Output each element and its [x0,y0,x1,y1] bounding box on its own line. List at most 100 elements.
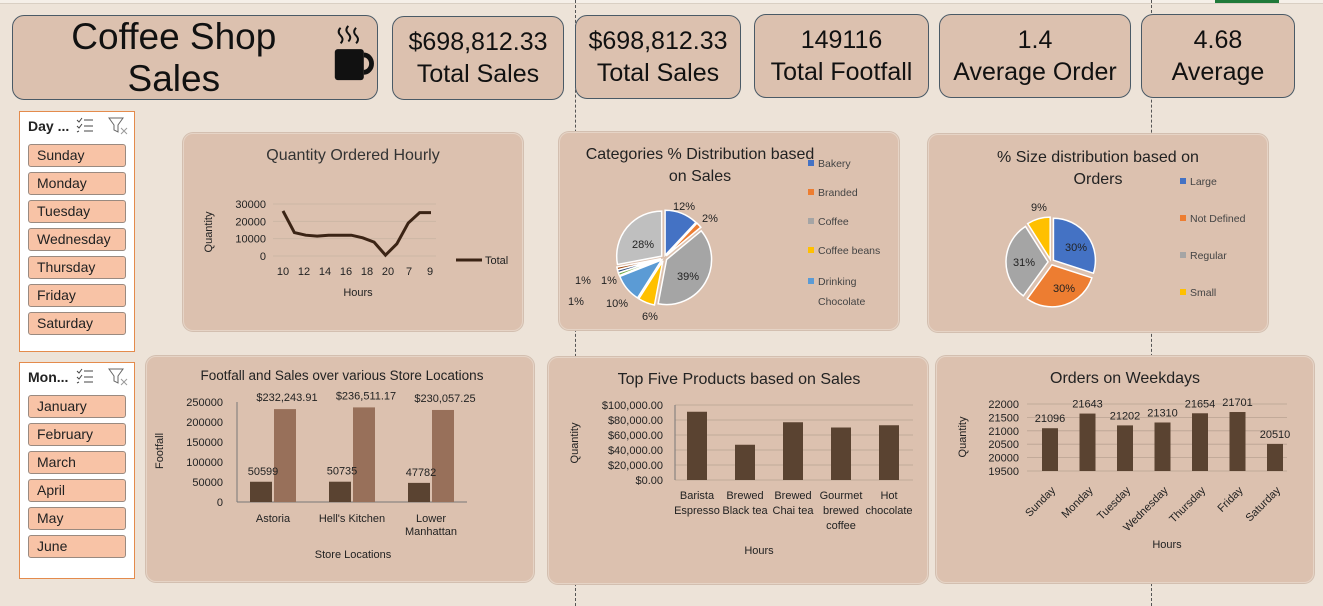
x-tick-label: Tuesday [1095,484,1133,522]
bar-data-label: 21643 [1072,399,1103,411]
y-tick-label: $0.00 [635,475,663,487]
x-tick-label: coffee [826,520,856,532]
y-axis-label: Footfall [154,433,166,469]
y-tick-label: 100000 [186,457,223,469]
x-tick-label: Chai tea [773,505,815,517]
clear-filter-icon[interactable] [108,368,128,386]
series-line-total [281,210,431,258]
kpi-label: Average [1171,58,1265,86]
x-tick-label: Friday [1216,484,1246,514]
x-axis-label: Hours [343,287,373,299]
pie-data-label: 6% [642,311,658,323]
pie-data-label: 28% [632,239,654,251]
slicer-item-friday[interactable]: Friday [28,284,126,307]
x-tick-label: 10 [277,266,289,278]
bar-product [687,411,707,480]
slicer-item-january[interactable]: January [28,395,126,418]
slicer-item-monday[interactable]: Monday [28,172,126,195]
kpi-card-average: 4.68 Average [1141,14,1295,98]
chart-title: Orders on Weekdays [1050,370,1200,387]
bar-weekday [1117,425,1133,471]
bar-data-label: 50735 [327,466,358,478]
slicer-item-saturday[interactable]: Saturday [28,312,126,335]
multi-select-icon[interactable] [76,117,94,133]
kpi-label: Total Footfall [770,58,913,86]
x-tick-label: 18 [361,266,373,278]
y-tick-label: 20500 [988,439,1019,451]
bar-footfall [408,482,430,502]
x-tick-label: Hot [880,490,897,502]
y-tick-label: $20,000.00 [608,460,663,472]
coffee-cup-icon [334,24,374,80]
slicer-item-june[interactable]: June [28,535,126,558]
pie-data-label: 9% [1031,202,1047,214]
kpi-card-total-sales-2: $698,812.33 Total Sales [575,15,741,99]
chart-panel-sizes[interactable]: % Size distribution based on Orders 30% 30%… [928,134,1268,332]
pie-data-label: 30% [1065,242,1087,254]
y-tick-label: 30000 [235,199,266,211]
x-tick-label: Astoria [256,513,291,525]
pie-data-label: 12% [673,201,695,213]
x-tick-label: Barista [680,490,715,502]
y-tick-label: 250000 [186,397,223,409]
pie-slice [615,210,663,266]
y-axis-label: Quantity [957,416,969,457]
kpi-label: Total Sales [596,59,720,87]
bar-data-label: 21701 [1222,397,1253,409]
bar-data-label: 21096 [1035,413,1066,425]
x-tick-label: Brewed [774,490,811,502]
pie-data-label: 2% [702,213,718,225]
legend-label: Drinking [818,276,857,288]
clear-filter-icon[interactable] [108,117,128,135]
slicer-item-april[interactable]: April [28,479,126,502]
multi-select-icon[interactable] [76,368,94,384]
x-tick-label: Thursday [1167,484,1208,525]
y-tick-label: 19500 [988,466,1019,478]
x-tick-label: Espresso [674,505,720,517]
kpi-card-total-sales: $698,812.33 Total Sales [392,16,564,100]
y-tick-label: 22000 [988,399,1019,411]
slicer-item-march[interactable]: March [28,451,126,474]
chart-title-line2: on Sales [669,168,731,185]
slicer-item-sunday[interactable]: Sunday [28,144,126,167]
bar-product [783,422,803,480]
chart-panel-locations[interactable]: Footfall and Sales over various Store Lo… [146,356,534,582]
slicer-item-wednesday[interactable]: Wednesday [28,228,126,251]
chart-title: Top Five Products based on Sales [618,371,861,388]
selected-cell-marker[interactable] [1215,0,1279,3]
x-tick-label: 9 [427,266,433,278]
x-tick-label: 12 [298,266,310,278]
kpi-card-average-order: 1.4 Average Order [939,14,1131,98]
slicer-item-tuesday[interactable]: Tuesday [28,200,126,223]
legend-swatch [808,247,814,253]
x-tick-label: Monday [1059,484,1096,521]
x-tick-label: Black tea [722,505,768,517]
bar-footfall [250,481,272,502]
slicer-item-may[interactable]: May [28,507,126,530]
x-tick-label: Brewed [726,490,763,502]
y-tick-label: 150000 [186,437,223,449]
bar-weekday [1154,422,1171,471]
slicer-item-february[interactable]: February [28,423,126,446]
x-axis-label: Hours [1152,539,1182,551]
legend-label: Regular [1190,250,1227,262]
legend-swatch [1180,178,1186,184]
legend-swatch [808,160,814,166]
chart-panel-weekdays[interactable]: Orders on Weekdays 22000 21500 21000 20500 20… [936,356,1314,583]
y-tick-label: 20000 [988,453,1019,465]
y-tick-label: $80,000.00 [608,415,663,427]
bar-data-label: 50599 [248,466,279,478]
chart-panel-products[interactable]: Top Five Products based on Sales $100,000… [548,357,928,584]
bar-data-label: $230,057.25 [414,393,475,405]
legend-label: Coffee beans [818,245,880,257]
bar-sales [432,409,454,502]
slicer-item-thursday[interactable]: Thursday [28,256,126,279]
bar-sales [274,409,296,502]
x-tick-label: Saturday [1244,484,1284,524]
bar-data-label: $232,243.91 [256,392,317,404]
weekdays-bar-chart: Orders on Weekdays 2200021500 2100020500 20… [957,370,1290,551]
chart-panel-categories[interactable]: Categories % Distribution based on Sales 1… [559,132,899,330]
chart-panel-hourly[interactable]: Quantity Ordered Hourly 30000 20000 10000 0 1… [183,133,523,331]
y-axis-label: Quantity [569,422,581,463]
y-tick-label: 21000 [988,426,1019,438]
